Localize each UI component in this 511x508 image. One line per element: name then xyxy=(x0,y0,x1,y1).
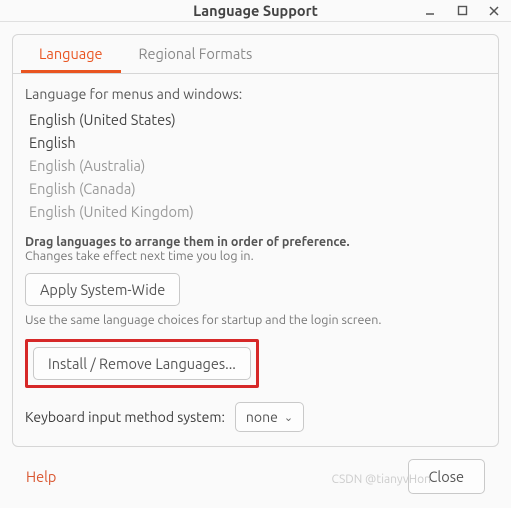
drag-hint-bold: Drag languages to arrange them in order … xyxy=(25,235,486,249)
apply-note: Use the same language choices for startu… xyxy=(25,313,486,327)
keyboard-input-label: Keyboard input method system: xyxy=(25,409,225,425)
tab-language[interactable]: Language xyxy=(21,35,121,73)
list-item[interactable]: English xyxy=(29,131,486,154)
list-item[interactable]: English (United Kingdom) xyxy=(29,200,486,223)
drag-hint-sub: Changes take effect next time you log in… xyxy=(25,249,486,263)
window: Language Support Language Regional Forma… xyxy=(0,0,511,508)
list-item[interactable]: English (Australia) xyxy=(29,154,486,177)
chevron-down-icon: ⌄ xyxy=(284,411,293,424)
language-section-label: Language for menus and windows: xyxy=(25,86,486,102)
tab-body: Language for menus and windows: English … xyxy=(13,74,498,446)
tab-bar: Language Regional Formats xyxy=(13,35,498,74)
apply-system-wide-button[interactable]: Apply System-Wide xyxy=(25,273,180,306)
keyboard-input-select[interactable]: none ⌄ xyxy=(235,402,304,432)
window-controls xyxy=(421,0,503,21)
minimize-icon[interactable] xyxy=(421,2,439,20)
keyboard-input-value: none xyxy=(246,409,278,425)
list-item[interactable]: English (Canada) xyxy=(29,177,486,200)
highlight-annotation: Install / Remove Languages... xyxy=(25,339,259,388)
language-list[interactable]: English (United States) English English … xyxy=(29,108,486,223)
content-area: Language Regional Formats Language for m… xyxy=(0,22,511,508)
close-icon[interactable] xyxy=(485,2,503,20)
keyboard-input-row: Keyboard input method system: none ⌄ xyxy=(25,402,486,432)
close-button[interactable]: Close xyxy=(408,459,485,494)
window-title: Language Support xyxy=(193,2,318,19)
install-remove-languages-button[interactable]: Install / Remove Languages... xyxy=(33,347,251,380)
maximize-icon[interactable] xyxy=(453,2,471,20)
titlebar: Language Support xyxy=(0,0,511,22)
main-panel: Language Regional Formats Language for m… xyxy=(12,34,499,447)
dialog-footer: Help Close xyxy=(12,447,499,508)
list-item[interactable]: English (United States) xyxy=(29,108,486,131)
help-link[interactable]: Help xyxy=(26,468,56,485)
tab-regional-formats[interactable]: Regional Formats xyxy=(121,35,271,73)
